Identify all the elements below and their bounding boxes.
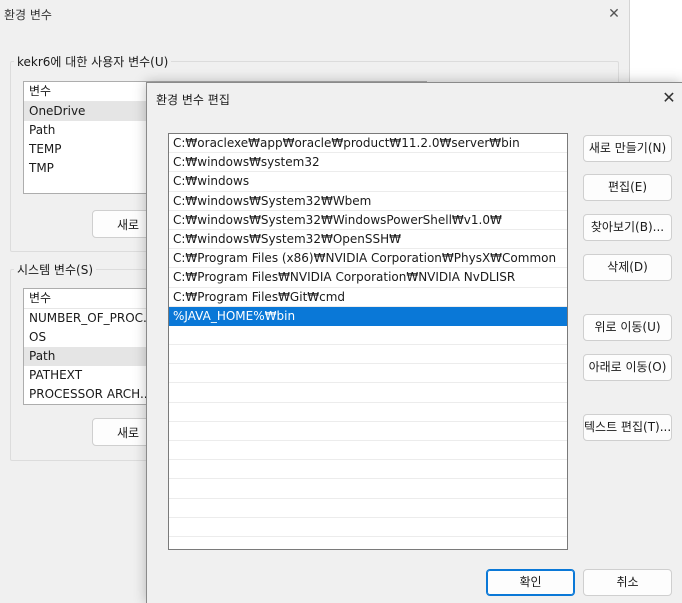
empty-path-row[interactable]: [169, 326, 567, 346]
empty-path-row[interactable]: [169, 518, 567, 537]
empty-path-row[interactable]: [169, 383, 567, 403]
empty-path-row[interactable]: [169, 345, 567, 365]
move-down-button[interactable]: 아래로 이동(O): [583, 354, 672, 381]
new-button[interactable]: 새로 만들기(N): [583, 135, 672, 162]
path-entry-row[interactable]: C:₩windows₩system32: [169, 153, 567, 173]
path-entry-row[interactable]: C:₩windows: [169, 172, 567, 192]
empty-path-row[interactable]: [169, 403, 567, 422]
path-entry-row[interactable]: C:₩Program Files₩NVIDIA Corporation₩NVID…: [169, 268, 567, 288]
ok-button[interactable]: 확인: [486, 569, 575, 596]
empty-path-row[interactable]: [169, 499, 567, 518]
path-entry-row[interactable]: C:₩windows₩System32₩OpenSSH₩: [169, 230, 567, 250]
edit-button[interactable]: 편집(E): [583, 174, 672, 201]
path-entry-row[interactable]: C:₩Program Files₩Git₩cmd: [169, 288, 567, 307]
dialog-title: 환경 변수 편집: [156, 93, 230, 107]
delete-button[interactable]: 삭제(D): [583, 254, 672, 281]
path-entry-row[interactable]: %JAVA_HOME%₩bin: [169, 306, 567, 326]
bg-window-title: 환경 변수: [4, 8, 52, 22]
empty-path-row[interactable]: [169, 441, 567, 461]
browse-button[interactable]: 찾아보기(B)...: [583, 214, 672, 241]
edit-text-button[interactable]: 텍스트 편집(T)...: [583, 414, 672, 441]
empty-path-row[interactable]: [169, 422, 567, 441]
empty-path-row[interactable]: [169, 460, 567, 480]
path-entry-row[interactable]: C:₩oraclexe₩app₩oracle₩product₩11.2.0₩se…: [169, 134, 567, 154]
cancel-button[interactable]: 취소: [583, 569, 672, 596]
empty-path-row[interactable]: [169, 364, 567, 384]
path-entry-row[interactable]: C:₩Program Files (x86)₩NVIDIA Corporatio…: [169, 249, 567, 269]
system-variables-legend: 시스템 변수(S): [14, 261, 96, 278]
edit-environment-variable-dialog: 환경 변수 편집 ✕ C:₩oraclexe₩app₩oracle₩produc…: [146, 82, 682, 603]
bg-titlebar: 환경 변수 ✕: [0, 0, 629, 30]
close-icon[interactable]: ✕: [657, 87, 681, 109]
empty-path-row[interactable]: [169, 537, 567, 549]
empty-path-row[interactable]: [169, 479, 567, 499]
user-variables-legend: kekr6에 대한 사용자 변수(U): [14, 53, 172, 70]
bg-close-icon[interactable]: ✕: [600, 2, 628, 26]
path-entries-list[interactable]: C:₩oraclexe₩app₩oracle₩product₩11.2.0₩se…: [168, 133, 568, 550]
move-up-button[interactable]: 위로 이동(U): [583, 314, 672, 341]
path-entry-row[interactable]: C:₩windows₩System32₩Wbem: [169, 192, 567, 211]
path-entry-row[interactable]: C:₩windows₩System32₩WindowsPowerShell₩v1…: [169, 211, 567, 230]
